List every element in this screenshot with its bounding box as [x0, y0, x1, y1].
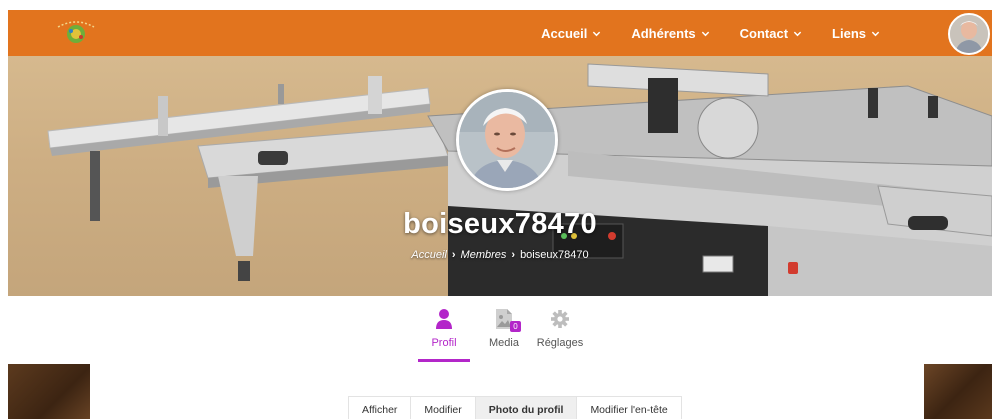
- breadcrumb-members[interactable]: Membres: [461, 249, 507, 261]
- subtab-photo-du-profil[interactable]: Photo du profil: [475, 397, 578, 419]
- chevron-down-icon: [871, 31, 880, 36]
- nav-label: Contact: [739, 25, 789, 41]
- nav-item-liens[interactable]: Liens: [832, 26, 880, 41]
- background-wood-right: [924, 364, 992, 419]
- page: Accueil Adhérents Contact Liens boiseux7…: [8, 10, 992, 419]
- nav-label: Liens: [832, 25, 866, 41]
- site-logo[interactable]: [52, 19, 100, 47]
- gear-icon: [551, 310, 569, 328]
- tab-label: Réglages: [536, 337, 584, 349]
- chevron-down-icon: [593, 31, 601, 36]
- image-icon: 0: [494, 308, 521, 332]
- tab-reglages[interactable]: Réglages: [532, 300, 588, 362]
- chevron-right-icon: ›: [451, 249, 456, 261]
- breadcrumb: Accueil › Membres › boiseux78470: [8, 249, 992, 261]
- background-wood-left: [8, 364, 90, 419]
- main-nav: Accueil Adhérents Contact Liens: [511, 10, 880, 56]
- tab-label: Media: [489, 337, 519, 349]
- nav-label: Adhérents: [631, 25, 696, 41]
- profile-cover-image: boiseux78470 Accueil › Membres › boiseux7847…: [8, 56, 992, 296]
- nav-item-contact[interactable]: Contact: [740, 26, 802, 41]
- nav-item-accueil[interactable]: Accueil: [541, 26, 601, 41]
- profile-tabs: Profil 0 Media Réglages: [8, 300, 992, 362]
- user-avatar-menu[interactable]: [948, 13, 990, 55]
- chevron-down-icon: [793, 31, 802, 36]
- profile-sub-tabs: Afficher Modifier Photo du profil Modifi…: [348, 396, 682, 419]
- profile-username: boiseux78470: [403, 208, 597, 240]
- chevron-right-icon: ›: [511, 249, 516, 261]
- media-count-badge: 0: [510, 321, 521, 332]
- top-navigation-bar: Accueil Adhérents Contact Liens: [8, 10, 992, 56]
- subtab-afficher[interactable]: Afficher: [349, 397, 412, 419]
- tab-profil[interactable]: Profil: [416, 300, 472, 362]
- chevron-down-icon: [701, 31, 709, 36]
- subtab-modifier[interactable]: Modifier: [411, 397, 476, 419]
- breadcrumb-home[interactable]: Accueil: [411, 249, 446, 261]
- profile-avatar[interactable]: [456, 89, 558, 191]
- tab-label: Profil: [431, 337, 457, 349]
- tab-media[interactable]: 0 Media: [476, 300, 532, 362]
- nav-label: Accueil: [541, 25, 588, 41]
- nav-item-adherents[interactable]: Adhérents: [631, 26, 709, 41]
- user-icon: [436, 309, 452, 329]
- breadcrumb-current: boiseux78470: [520, 249, 589, 261]
- subtab-modifier-entete[interactable]: Modifier l'en-tête: [577, 397, 680, 419]
